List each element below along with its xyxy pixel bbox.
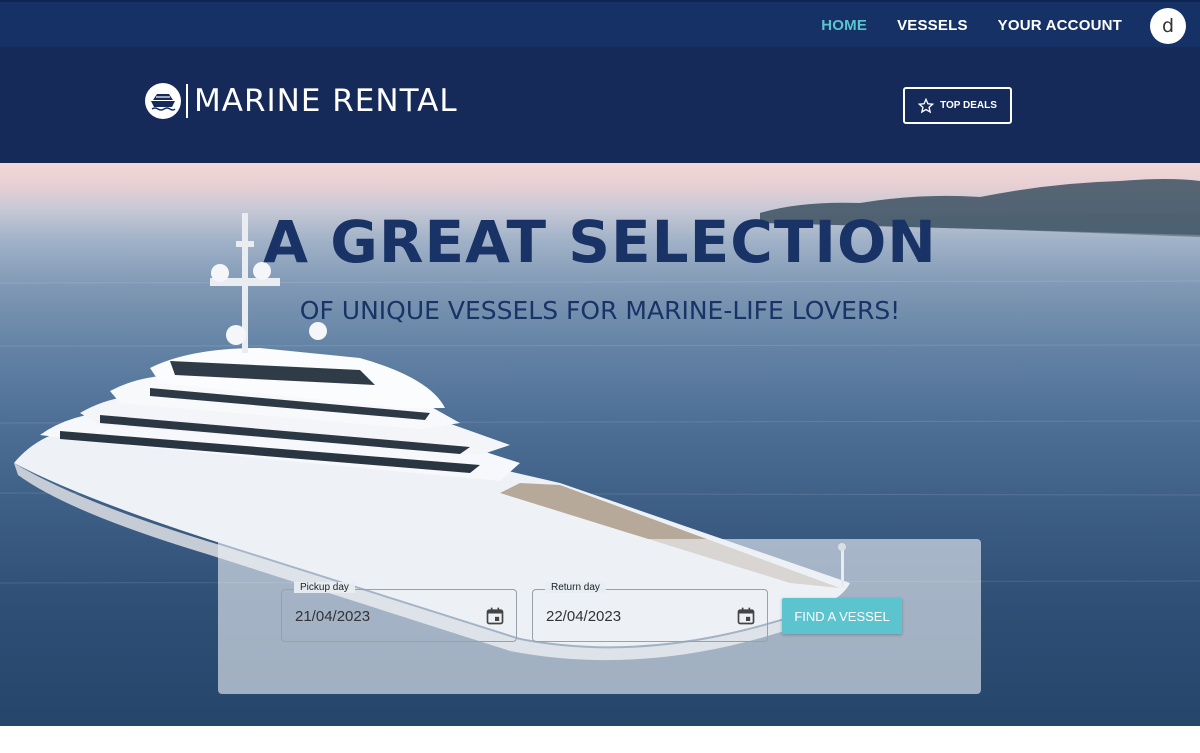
avatar-initial: d: [1161, 14, 1175, 37]
hero-banner: A GREAT SELECTION OF UNIQUE VESSELS FOR …: [0, 163, 1200, 726]
brand-name: MARINE RENTAL: [194, 83, 458, 119]
hero-headline: A GREAT SELECTION: [263, 208, 937, 276]
user-avatar[interactable]: d: [1150, 7, 1186, 44]
return-day-label: Return day: [545, 582, 606, 593]
main-nav: HOME VESSELS YOUR ACCOUNT d: [821, 2, 1200, 49]
vessel-search-panel: Pickup day 21/04/2023 Return day 22/04/2…: [218, 539, 981, 694]
calendar-icon[interactable]: [736, 606, 756, 626]
top-deals-label: TOP DEALS: [940, 100, 997, 111]
find-vessel-button[interactable]: FIND A VESSEL: [782, 598, 902, 634]
pickup-day-field[interactable]: Pickup day 21/04/2023: [281, 582, 517, 642]
return-day-field[interactable]: Return day 22/04/2023: [532, 582, 768, 642]
hero-subheadline: OF UNIQUE VESSELS FOR MARINE-LIFE LOVERS…: [299, 296, 901, 325]
top-deals-button[interactable]: TOP DEALS: [903, 87, 1012, 124]
return-day-value[interactable]: 22/04/2023: [546, 608, 621, 625]
brand-header: MARINE RENTAL TOP DEALS: [0, 47, 1200, 163]
brand-logo[interactable]: MARINE RENTAL: [145, 83, 458, 119]
logo-divider: [186, 84, 188, 118]
nav-your-account[interactable]: YOUR ACCOUNT: [998, 17, 1122, 34]
star-icon: [918, 97, 935, 113]
pickup-day-label: Pickup day: [294, 582, 355, 593]
calendar-icon[interactable]: [485, 606, 505, 626]
page: HOME VESSELS YOUR ACCOUNT d MARINE RENTA…: [0, 0, 1200, 753]
nav-vessels[interactable]: VESSELS: [897, 17, 968, 34]
top-nav-bar: HOME VESSELS YOUR ACCOUNT d: [0, 0, 1200, 47]
pickup-day-value[interactable]: 21/04/2023: [295, 608, 370, 625]
ship-icon: [145, 83, 181, 119]
nav-home[interactable]: HOME: [821, 17, 867, 34]
page-below-hero: [0, 726, 1200, 753]
